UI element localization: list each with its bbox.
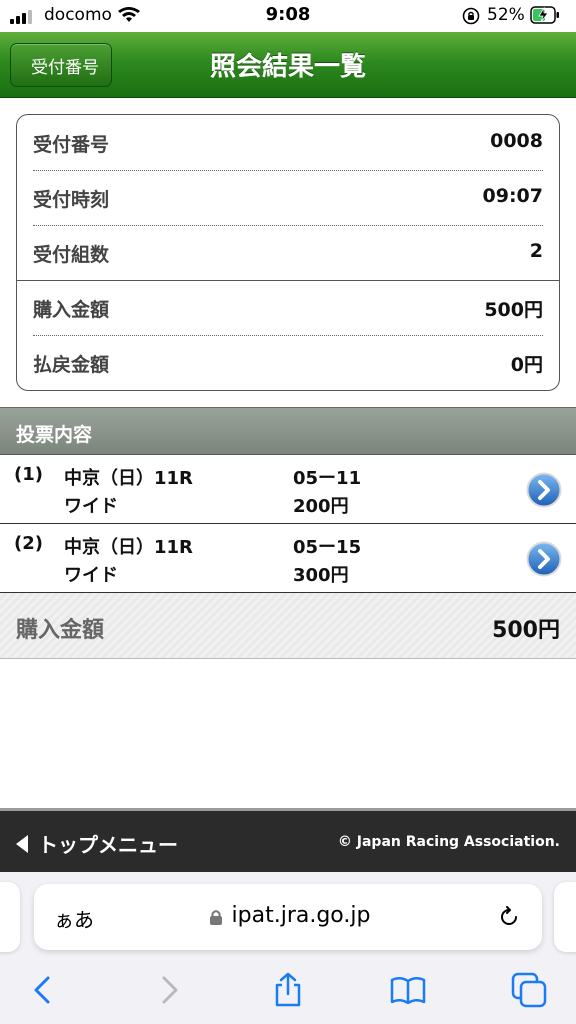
vote-amount: 300円 (293, 565, 349, 586)
vote-details-header: 投票内容 (0, 407, 576, 455)
battery-charging-icon (530, 6, 559, 24)
section-title: 投票内容 (16, 424, 93, 446)
back-icon[interactable] (26, 972, 62, 1008)
vote-bet-type: ワイド (64, 565, 118, 586)
chevron-right-circle-icon[interactable] (526, 541, 562, 577)
summary-value: 09:07 (482, 185, 543, 207)
summary-value: 500円 (484, 299, 543, 321)
summary-value: 2 (529, 240, 543, 262)
top-menu-link[interactable]: トップメニュー (16, 829, 178, 858)
summary-value: 0円 (510, 354, 543, 376)
page-title: 照会結果一覧 (209, 52, 366, 82)
summary-label: 受付組数 (33, 244, 110, 266)
previous-tab-card[interactable] (0, 882, 20, 952)
address-bar[interactable]: ぁあ ipat.jra.go.jp (34, 884, 542, 950)
vote-index: (2) (14, 533, 43, 554)
book-icon[interactable] (390, 972, 426, 1008)
vote-race: 中京（日）11R (64, 468, 193, 489)
vote-race: 中京（日）11R (64, 537, 193, 558)
summary-label: 払戻金額 (33, 354, 110, 376)
summary-row-bet-count: 受付組数 2 (17, 225, 559, 280)
copyright: © Japan Racing Association. (337, 834, 560, 850)
vote-combination: 05ー11 (293, 468, 362, 489)
vote-combination: 05ー15 (293, 537, 362, 558)
tabs-icon[interactable] (511, 972, 547, 1008)
vote-index: (1) (14, 464, 43, 485)
summary-label: 購入金額 (33, 299, 110, 321)
top-menu-label: トップメニュー (38, 833, 178, 857)
vote-amount: 200円 (293, 496, 349, 517)
footer-bar: トップメニュー © Japan Racing Association. (0, 808, 576, 872)
summary-row-payout-amount: 払戻金額 0円 (17, 335, 559, 390)
url-text: ipat.jra.go.jp (231, 903, 371, 928)
forward-icon[interactable] (150, 972, 186, 1008)
next-tab-card[interactable] (554, 882, 576, 952)
vote-bet-type: ワイド (64, 496, 118, 517)
orientation-lock-icon (462, 7, 480, 25)
summary-value: 0008 (490, 130, 543, 152)
total-purchase-row: 購入金額 500円 (0, 593, 576, 659)
summary-label: 受付番号 (33, 134, 110, 156)
vote-item[interactable]: (2) 中京（日）11R ワイド 05ー15 300円 (0, 524, 576, 593)
app-header: 受付番号 照会結果一覧 (0, 32, 576, 98)
reload-icon[interactable] (496, 904, 522, 930)
browser-chrome: ぁあ ipat.jra.go.jp (0, 872, 576, 1024)
chevron-right-circle-icon[interactable] (526, 472, 562, 508)
status-bar: docomo 9:08 52% (0, 0, 576, 32)
share-icon[interactable] (270, 972, 306, 1008)
summary-label: 受付時刻 (33, 189, 110, 211)
triangle-left-icon (16, 834, 28, 853)
total-label: 購入金額 (16, 618, 105, 643)
summary-row-receipt-time: 受付時刻 09:07 (17, 170, 559, 225)
total-value: 500円 (492, 618, 560, 643)
summary-row-purchase-amount: 購入金額 500円 (17, 280, 559, 335)
inquiry-summary: 受付番号 0008 受付時刻 09:07 受付組数 2 購入金額 500円 払戻… (16, 114, 560, 391)
battery-percent: 52% (487, 5, 525, 25)
vote-item[interactable]: (1) 中京（日）11R ワイド 05ー11 200円 (0, 455, 576, 524)
summary-row-receipt-number: 受付番号 0008 (17, 115, 559, 170)
